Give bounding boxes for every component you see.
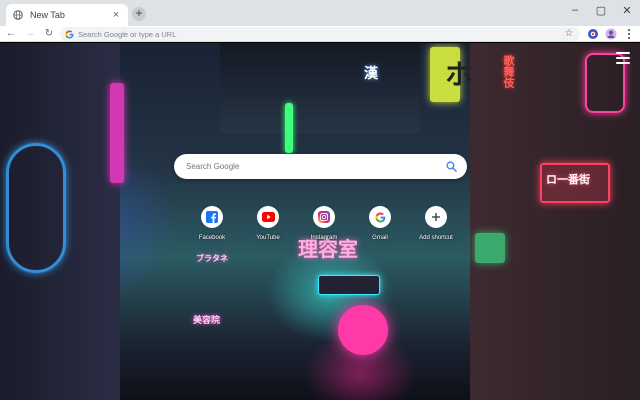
shortcut-label: YouTube <box>256 235 280 241</box>
neon-sign-blue-left <box>6 143 66 273</box>
neon-sign-green-right <box>475 233 505 263</box>
shortcut-facebook[interactable]: Facebook <box>184 206 240 241</box>
neon-sign-pink-left <box>110 83 124 183</box>
back-button[interactable]: ← <box>3 26 19 42</box>
neon-text-sign-7: ロ一番街 <box>546 173 590 186</box>
reload-button[interactable]: ↻ <box>41 26 57 42</box>
minimize-button[interactable]: – <box>562 0 588 20</box>
shortcut-gmail[interactable]: Gmail <box>352 206 408 241</box>
search-box[interactable] <box>174 154 467 179</box>
google-icon <box>369 206 391 228</box>
neon-heart-sign <box>338 305 388 355</box>
neon-sign-green <box>285 103 293 153</box>
google-icon <box>64 29 74 39</box>
shortcut-label: Add shortcut <box>419 235 453 241</box>
tab-strip: New Tab × + – ▢ ✕ <box>0 0 640 26</box>
shortcut-instagram[interactable]: Instagram <box>296 206 352 241</box>
tab-close-icon[interactable]: × <box>110 9 122 21</box>
search-icon[interactable] <box>445 161 457 173</box>
extension-icon[interactable] <box>586 27 600 41</box>
background-building-center <box>220 43 420 133</box>
search-input[interactable] <box>186 162 445 171</box>
forward-button[interactable]: → <box>22 26 38 42</box>
omnibox-placeholder: Search Google or type a URL <box>78 29 177 39</box>
shortcuts-grid: Facebook YouTube Instagram Gmail Add sho… <box>184 206 464 241</box>
instagram-icon <box>313 206 335 228</box>
window-controls: – ▢ ✕ <box>562 0 640 20</box>
shortcut-label: Facebook <box>198 235 226 241</box>
facebook-icon <box>201 206 223 228</box>
toolbar-right <box>586 27 636 41</box>
close-window-button[interactable]: ✕ <box>614 0 640 20</box>
shortcut-label: Instagram <box>310 235 338 241</box>
bookmark-star-icon[interactable]: ☆ <box>562 27 576 41</box>
customize-menu-icon[interactable] <box>616 52 630 64</box>
youtube-icon <box>257 206 279 228</box>
neon-text-sign-4: 歌舞伎 <box>502 55 515 88</box>
profile-avatar-icon[interactable] <box>604 27 618 41</box>
tab-new-tab[interactable]: New Tab × <box>6 4 128 26</box>
omnibox[interactable]: Search Google or type a URL ☆ <box>60 27 580 41</box>
neon-sign-cyan-bottom <box>318 275 380 295</box>
kebab-menu-icon[interactable] <box>622 27 636 41</box>
neon-text-sign-5: 漢 <box>364 66 378 82</box>
maximize-button[interactable]: ▢ <box>588 0 614 20</box>
tab-title: New Tab <box>30 10 65 20</box>
shortcut-add[interactable]: Add shortcut <box>408 206 464 241</box>
shortcut-youtube[interactable]: YouTube <box>240 206 296 241</box>
plus-icon <box>425 206 447 228</box>
neon-text-sign-6: 美容院 <box>193 316 221 326</box>
new-tab-button[interactable]: + <box>132 7 146 21</box>
neon-text-sign-2: ブラタネ <box>196 254 228 263</box>
new-tab-page: 理容室 ブラタネ ホ 歌舞伎 漢 美容院 ロ一番街 Facebook YouTu… <box>0 43 640 400</box>
shortcut-label: Gmail <box>372 235 388 241</box>
toolbar: ← → ↻ Search Google or type a URL ☆ <box>0 26 640 42</box>
globe-icon <box>12 9 24 21</box>
neon-text-sign-3: ホ <box>445 58 474 91</box>
